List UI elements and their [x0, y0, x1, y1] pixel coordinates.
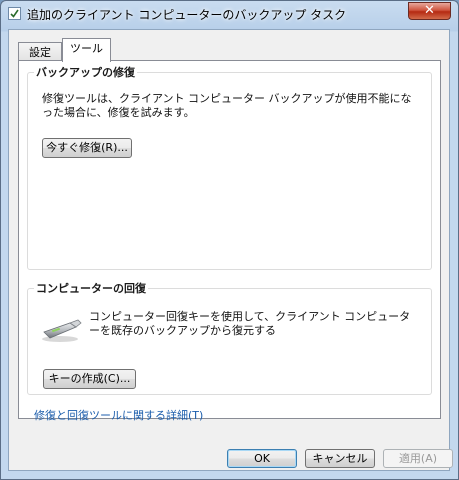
dialog-window: 追加のクライアント コンピューターのバックアップ タスク ✕ 設定 ツール バッ…	[0, 0, 459, 480]
recovery-group-title: コンピューターの回復	[34, 280, 148, 296]
tools-panel: バックアップの修復 修復ツールは、クライアント コンピューター バックアップが使…	[18, 60, 441, 422]
repair-description: 修復ツールは、クライアント コンピューター バックアップが使用不能になった場合に…	[42, 92, 412, 119]
title-bar[interactable]: 追加のクライアント コンピューターのバックアップ タスク ✕	[1, 1, 458, 27]
dialog-client-area: 設定 ツール バックアップの修復 修復ツールは、クライアント コンピューター バ…	[8, 29, 453, 471]
repair-group-title: バックアップの修復	[34, 64, 137, 80]
tab-settings[interactable]: 設定	[18, 42, 62, 61]
details-link[interactable]: 修復と回復ツールに関する詳細(T)	[34, 407, 203, 423]
apply-button[interactable]: 適用(A)	[383, 449, 453, 468]
ok-button[interactable]: OK	[227, 449, 297, 468]
repair-now-button[interactable]: 今すぐ修復(R)...	[42, 138, 132, 158]
window-title: 追加のクライアント コンピューターのバックアップ タスク	[27, 8, 347, 22]
cancel-button[interactable]: キャンセル	[305, 449, 375, 468]
usb-drive-icon	[40, 317, 82, 343]
checkbox-window-icon	[8, 7, 21, 20]
tab-tools[interactable]: ツール	[62, 38, 111, 62]
repair-group: バックアップの修復 修復ツールは、クライアント コンピューター バックアップが使…	[27, 64, 432, 270]
close-button[interactable]: ✕	[408, 2, 451, 20]
recovery-description: コンピューター回復キーを使用して、クライアント コンピューターを既存のバックアッ…	[89, 310, 411, 337]
recovery-group: コンピューターの回復 コンピューター回復キーを使用して、クライアント コンピュー…	[27, 280, 432, 395]
create-key-button[interactable]: キーの作成(C)...	[43, 369, 136, 389]
